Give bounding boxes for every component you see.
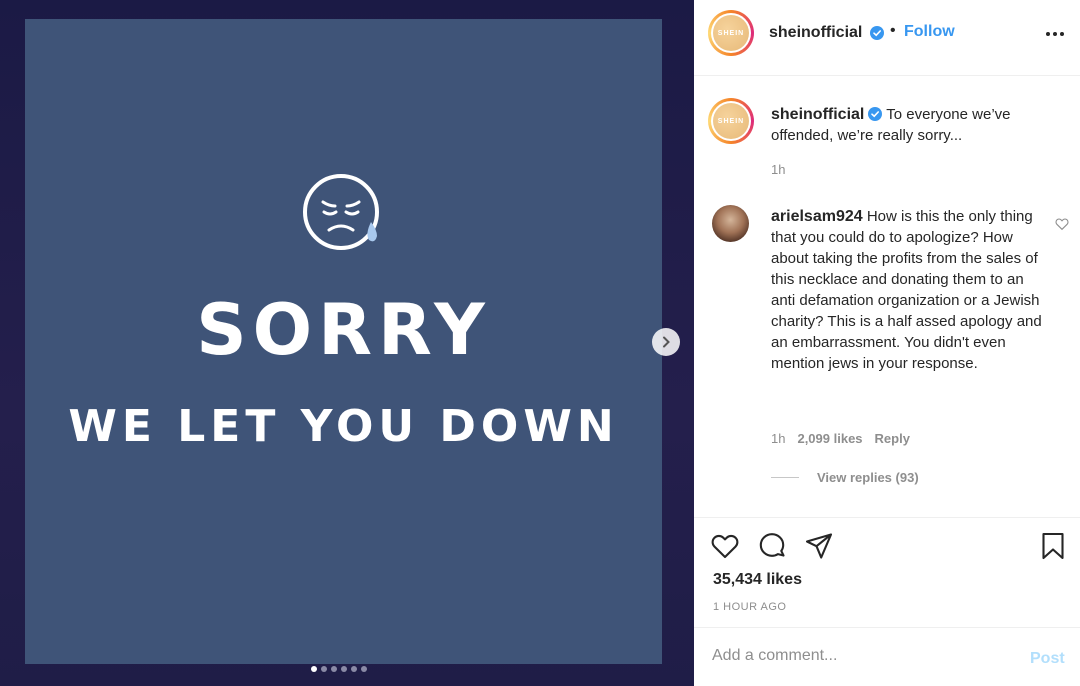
divider-line — [771, 477, 799, 478]
headline-text: SORRY — [196, 289, 491, 371]
comment: arielsam924 How is this the only thing t… — [771, 206, 1051, 374]
add-comment-bar: Post — [694, 627, 1080, 686]
share-send-icon[interactable] — [804, 531, 834, 561]
carousel-dot — [351, 666, 357, 672]
comment-username[interactable]: arielsam924 — [771, 208, 863, 225]
view-replies-button[interactable]: View replies (93) — [771, 470, 919, 485]
account-username[interactable]: sheinofficial — [769, 24, 862, 42]
avatar-logo: SHEIN — [713, 15, 749, 51]
heart-icon[interactable] — [1055, 217, 1069, 231]
post-timestamp[interactable]: 1 HOUR AGO — [713, 601, 786, 613]
bookmark-icon[interactable] — [1038, 531, 1068, 561]
comment-meta: 1h 2,099 likes Reply — [771, 431, 910, 446]
carousel-dot — [331, 666, 337, 672]
carousel-indicator — [311, 666, 367, 672]
more-options-icon[interactable] — [1043, 24, 1067, 44]
carousel-dot — [321, 666, 327, 672]
reply-button[interactable]: Reply — [875, 431, 910, 446]
post-likes-count[interactable]: 35,434 likes — [713, 571, 802, 589]
subline-text: WE LET YOU DOWN — [68, 401, 619, 452]
avatar-logo: SHEIN — [713, 103, 749, 139]
like-heart-icon[interactable] — [710, 531, 740, 561]
post-media-panel: SORRY WE LET YOU DOWN — [0, 0, 694, 686]
view-replies-label: View replies (93) — [817, 470, 919, 485]
sad-face-icon — [303, 174, 379, 250]
carousel-dot — [311, 666, 317, 672]
follow-button[interactable]: Follow — [904, 23, 955, 41]
carousel-dot — [341, 666, 347, 672]
caption-timestamp[interactable]: 1h — [771, 162, 785, 177]
post-image[interactable]: SORRY WE LET YOU DOWN — [25, 19, 662, 664]
post-side-panel: SHEIN sheinofficial • Follow SHEIN shein… — [694, 0, 1080, 686]
caption-username[interactable]: sheinofficial — [771, 106, 864, 123]
comment-likes[interactable]: 2,099 likes — [797, 431, 862, 446]
caption-avatar[interactable]: SHEIN — [708, 98, 754, 144]
add-comment-input[interactable] — [712, 647, 1012, 665]
verified-badge-icon — [868, 107, 883, 121]
post-actions: 35,434 likes 1 HOUR AGO — [694, 517, 1080, 627]
chevron-right-icon — [663, 336, 670, 348]
post-header: SHEIN sheinofficial • Follow — [694, 0, 1080, 76]
comment-time[interactable]: 1h — [771, 431, 785, 446]
verified-badge-icon — [870, 26, 884, 40]
comment-text: How is this the only thing that you coul… — [771, 208, 1042, 372]
post-comment-button[interactable]: Post — [1030, 650, 1065, 668]
post-caption: sheinofficial To everyone we’ve offended… — [771, 104, 1061, 146]
carousel-dot — [361, 666, 367, 672]
commenter-avatar[interactable] — [712, 205, 749, 242]
next-slide-button[interactable] — [652, 328, 680, 356]
separator-dot: • — [890, 22, 896, 39]
account-avatar[interactable]: SHEIN — [708, 10, 754, 56]
comment-bubble-icon[interactable] — [757, 531, 787, 561]
